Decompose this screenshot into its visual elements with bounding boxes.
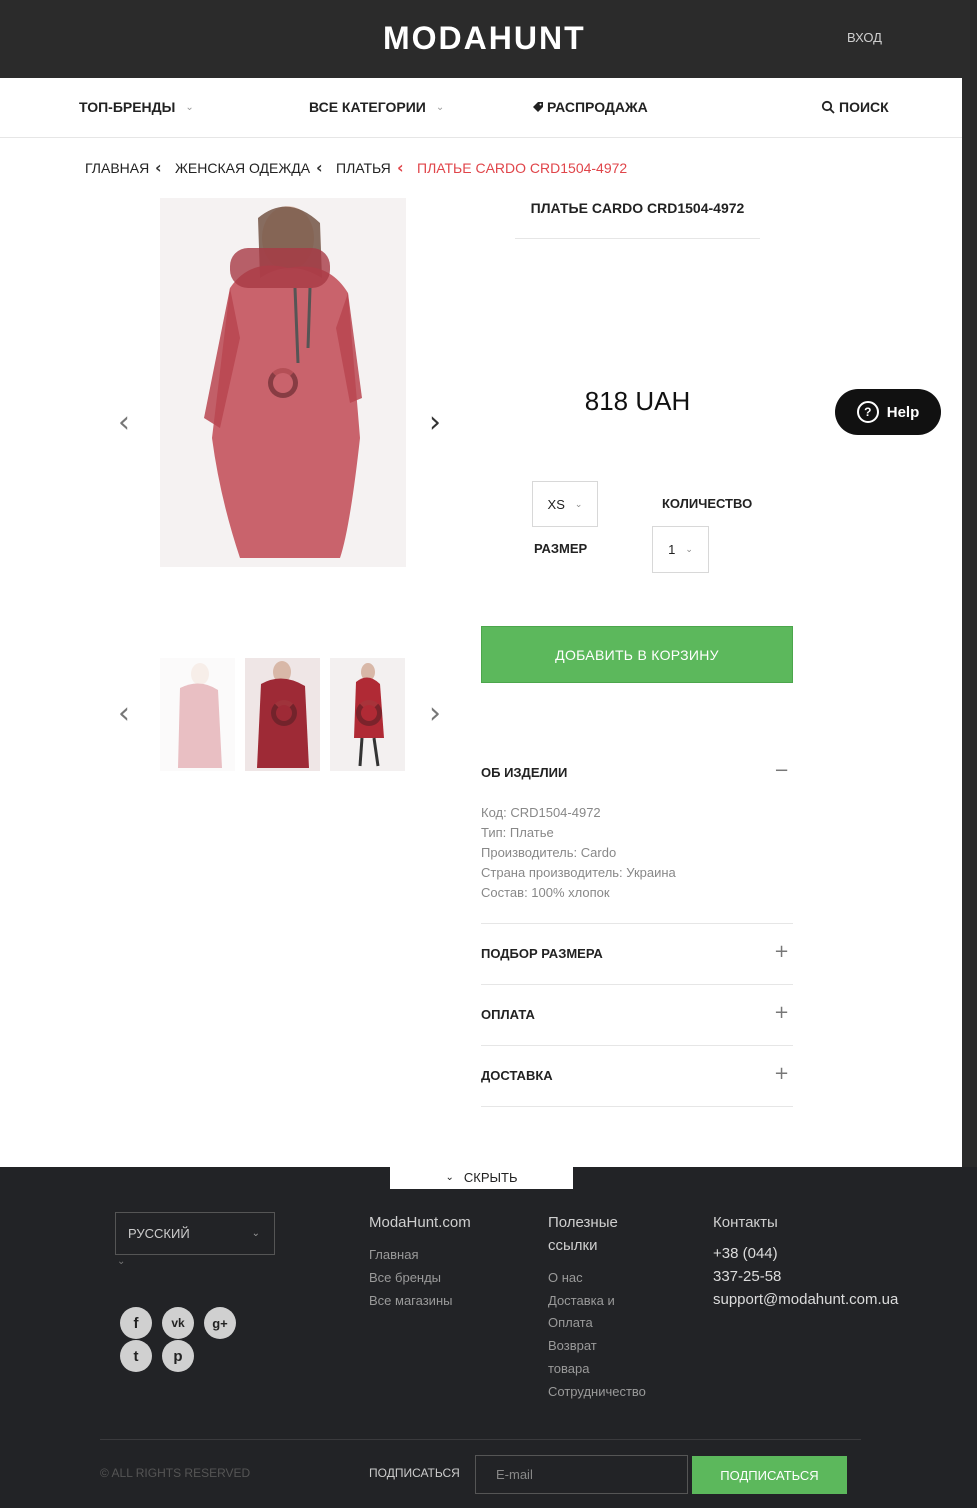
chevron-down-icon: ⌄ xyxy=(685,544,693,554)
subscribe-button[interactable]: ПОДПИСАТЬСЯ xyxy=(692,1456,847,1494)
product-title: ПЛАТЬЕ CARDO CRD1504-4972 xyxy=(530,200,745,216)
footer-link[interactable]: Возврат xyxy=(548,1334,597,1357)
accordion-divider xyxy=(481,1106,793,1107)
accordion-divider xyxy=(481,923,793,924)
quantity-select-value: 1 xyxy=(668,542,676,557)
nav-all-categories[interactable]: ВСЕ КАТЕГОРИИ ⌄ xyxy=(309,99,444,115)
footer-link[interactable]: Доставка и xyxy=(548,1289,615,1312)
nav-all-categories-label: ВСЕ КАТЕГОРИИ xyxy=(309,99,426,115)
footer-hide-tab[interactable]: ⌄ СКРЫТЬ xyxy=(390,1165,573,1189)
chevron-down-icon: ⌄ xyxy=(435,101,445,113)
chevron-left-icon: ‹ xyxy=(316,158,323,177)
right-edge-strip xyxy=(962,78,977,1167)
footer-phone: 337-25-58 xyxy=(713,1268,782,1285)
main-nav: ТОП-БРЕНДЫ ⌄ ВСЕ КАТЕГОРИИ ⌄ РАСПРОДАЖА … xyxy=(0,78,962,138)
product-main-image[interactable] xyxy=(160,198,406,567)
help-label: Help xyxy=(886,403,920,421)
size-label: РАЗМЕР xyxy=(534,541,588,556)
footer-link[interactable]: Главная xyxy=(369,1243,418,1266)
tag-icon xyxy=(533,102,543,112)
language-select[interactable]: РУССКИЙ ⌄ xyxy=(115,1212,275,1255)
footer-link[interactable]: Сотрудничество xyxy=(548,1380,646,1403)
accordion-size-title[interactable]: ПОДБОР РАЗМЕРА xyxy=(481,946,603,961)
nav-search[interactable]: ПОИСК xyxy=(821,99,889,115)
nav-top-brands[interactable]: ТОП-БРЕНДЫ ⌄ xyxy=(79,99,194,115)
plus-icon[interactable]: + xyxy=(774,941,789,962)
breadcrumb-women[interactable]: ЖЕНСКАЯ ОДЕЖДА xyxy=(175,160,310,176)
minus-icon[interactable]: − xyxy=(774,760,789,781)
footer-divider xyxy=(100,1439,861,1440)
copyright: © ALL RIGHTS RESERVED xyxy=(100,1466,251,1480)
subscribe-label: ПОДПИСАТЬСЯ xyxy=(369,1466,460,1480)
nav-sale[interactable]: РАСПРОДАЖА xyxy=(532,99,648,115)
search-icon xyxy=(821,100,835,114)
chevron-left-icon: ‹ xyxy=(155,158,162,177)
pinterest-icon[interactable]: p xyxy=(162,1340,194,1372)
product-thumbnail[interactable] xyxy=(245,658,320,771)
prev-image-arrow-icon[interactable]: ‹ xyxy=(118,405,130,440)
twitter-icon[interactable]: t xyxy=(120,1340,152,1372)
chevron-down-icon: ⌄ xyxy=(574,498,583,509)
language-value: РУССКИЙ xyxy=(128,1226,190,1241)
product-price: 818 UAH xyxy=(584,386,691,416)
loading-spinner-icon xyxy=(271,700,297,726)
accordion-about-title[interactable]: ОБ ИЗДЕЛИИ xyxy=(481,765,567,780)
chevron-down-icon: ⌄ xyxy=(185,101,194,113)
accordion-payment-title[interactable]: ОПЛАТА xyxy=(481,1007,535,1022)
detail-line: Производитель: Cardo xyxy=(481,845,617,860)
footer-col-modahunt-title: ModaHunt.com xyxy=(369,1214,471,1231)
nav-sale-label: РАСПРОДАЖА xyxy=(547,99,648,115)
size-select-value: XS xyxy=(547,496,565,512)
email-input[interactable] xyxy=(475,1455,688,1494)
detail-line: Тип: Платье xyxy=(481,825,554,840)
next-image-arrow-icon[interactable]: › xyxy=(429,405,441,440)
quantity-label: КОЛИЧЕСТВО xyxy=(662,496,753,511)
footer-hide-label: СКРЫТЬ xyxy=(463,1169,518,1185)
footer-link[interactable]: Все бренды xyxy=(369,1266,441,1289)
quantity-select[interactable]: 1 ⌄ xyxy=(652,526,709,573)
chevron-down-icon: ⌄ xyxy=(251,1228,260,1239)
detail-line: Страна производитель: Украина xyxy=(481,865,676,880)
plus-icon[interactable]: + xyxy=(774,1002,789,1023)
site-logo[interactable]: MODAHUNT xyxy=(383,18,586,58)
footer-link[interactable]: О нас xyxy=(548,1266,583,1289)
prev-thumbnail-arrow-icon[interactable]: ‹ xyxy=(118,696,130,731)
detail-line: Код: CRD1504-4972 xyxy=(481,805,601,820)
nav-top-brands-label: ТОП-БРЕНДЫ xyxy=(79,99,176,115)
accordion-divider xyxy=(481,984,793,985)
nav-search-label: ПОИСК xyxy=(839,99,889,115)
accordion-delivery-title[interactable]: ДОСТАВКА xyxy=(481,1068,553,1083)
loading-spinner-icon xyxy=(356,700,382,726)
title-divider xyxy=(515,238,760,239)
help-button[interactable]: ? Help xyxy=(835,389,941,435)
footer-link[interactable]: Все магазины xyxy=(369,1289,452,1312)
breadcrumb-dresses[interactable]: ПЛАТЬЯ xyxy=(336,160,391,176)
product-thumbnail[interactable] xyxy=(160,658,235,771)
footer-link[interactable]: товара xyxy=(548,1357,590,1380)
loading-spinner-icon xyxy=(268,368,298,398)
plus-icon[interactable]: + xyxy=(774,1063,789,1084)
detail-line: Состав: 100% хлопок xyxy=(481,885,610,900)
footer-col-links-title: Полезные xyxy=(548,1214,618,1231)
question-icon: ? xyxy=(856,401,879,423)
chevron-down-icon: ⌄ xyxy=(445,1171,454,1183)
footer-col-contacts-title: Контакты xyxy=(713,1214,778,1231)
footer-col-links-title: ссылки xyxy=(548,1237,598,1254)
chevron-left-icon: ‹ xyxy=(397,158,404,177)
product-thumbnail[interactable] xyxy=(330,658,405,771)
footer-link[interactable]: Оплата xyxy=(548,1311,593,1334)
breadcrumb-home[interactable]: ГЛАВНАЯ xyxy=(85,160,149,176)
add-to-cart-button[interactable]: ДОБАВИТЬ В КОРЗИНУ xyxy=(481,626,793,683)
accordion-divider xyxy=(481,1045,793,1046)
footer-email-link[interactable]: support@modahunt.com.ua xyxy=(713,1288,898,1311)
next-thumbnail-arrow-icon[interactable]: › xyxy=(429,696,441,731)
breadcrumb-current: ПЛАТЬЕ CARDO CRD1504-4972 xyxy=(417,160,628,176)
login-link[interactable]: ВХОД xyxy=(847,30,882,45)
vk-icon[interactable]: vk xyxy=(162,1307,194,1339)
google-plus-icon[interactable]: g+ xyxy=(204,1307,236,1339)
chevron-down-icon: ⌄ xyxy=(117,1256,126,1267)
facebook-icon[interactable]: f xyxy=(120,1307,152,1339)
footer-phone: +38 (044) xyxy=(713,1245,778,1262)
size-select[interactable]: XS ⌄ xyxy=(532,481,598,527)
